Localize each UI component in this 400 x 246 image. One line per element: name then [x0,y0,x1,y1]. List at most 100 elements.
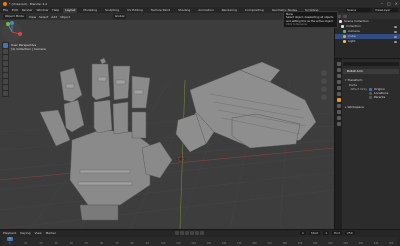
minimize-icon[interactable]: – [381,1,383,6]
move-tool-icon[interactable] [3,55,8,60]
play-icon[interactable] [190,231,194,235]
origins-checkbox[interactable] [369,87,372,91]
data-tab-icon[interactable] [336,122,341,126]
viewport-menu-view[interactable]: View [29,15,36,19]
robot-hand-right[interactable] [175,61,317,153]
tool-tab-icon[interactable] [336,62,341,66]
next-keyframe-icon[interactable] [195,231,199,235]
menu-help[interactable]: Help [52,8,59,12]
play-reverse-icon[interactable] [185,231,189,235]
timeline-tick-label: 140 [221,242,227,245]
timeline-ruler[interactable]: 1 0 10 20 30 40 50 60 70 80 90 100 110 120 130 140 150 1… [3,237,397,246]
object-tab-icon[interactable] [336,98,341,102]
timeline-tick-label: 50 [85,242,88,245]
timeline-tick-label: 190 [297,242,303,245]
timeline-tick-label: 230 [358,242,363,245]
window-title: * (Unsaved) - Blender 4.2 [9,1,48,6]
scene-selector[interactable]: Scene [346,8,372,12]
tooltip: Menu Select object, deselecting all obje… [283,11,338,28]
visibility-eye-icon[interactable] [394,40,397,43]
menu-render[interactable]: Render [22,8,33,12]
view-layer-tab-icon[interactable] [336,80,341,84]
maximize-icon[interactable]: □ [387,1,391,6]
workspace-tab-layout[interactable]: Layout [63,7,78,13]
timeline-menu-keying[interactable]: Keying [20,231,30,235]
ortho-toggle-icon[interactable] [321,94,327,100]
timeline-tick-label: 120 [191,242,196,245]
object-name-field[interactable]: Robot Arm [343,69,399,74]
locations-checkbox[interactable] [369,91,372,95]
timeline-menu-view[interactable]: View [34,231,41,235]
viewport-menu-add[interactable]: Add [51,15,57,19]
timeline-tick-label: 220 [343,242,348,245]
properties-search-input[interactable] [343,62,399,66]
workspace-tab-shading[interactable]: Shading [176,8,192,13]
scale-tool-icon[interactable] [3,67,8,72]
output-tab-icon[interactable] [336,74,341,78]
end-frame-field[interactable]: 250 [344,231,355,235]
3d-viewport[interactable]: User Perspective (1) Collection | Camera [0,20,334,229]
pan-hand-icon[interactable] [321,78,327,84]
transform-tool-icon[interactable] [3,73,8,78]
workspace-tab-rendering[interactable]: Rendering [220,8,239,13]
timeline-tick-label: 10 [24,242,28,245]
jump-end-icon[interactable] [200,231,204,235]
visibility-eye-icon[interactable] [394,30,397,33]
transform-orientation-dropdown[interactable]: Global [112,14,127,19]
modifier-tab-icon[interactable] [336,104,341,108]
current-frame-field[interactable]: 1 [300,231,306,235]
affect-only-parents-row: Parents [343,95,399,99]
jump-start-icon[interactable] [175,231,179,235]
world-tab-icon[interactable] [336,92,341,96]
visibility-eye-icon[interactable] [394,35,397,38]
workspace-tab-animation[interactable]: Animation [196,8,215,13]
measure-tool-icon[interactable] [3,85,8,90]
viewport-menu-select[interactable]: Select [39,15,48,19]
workspace-tab-modeling[interactable]: Modeling [81,8,99,13]
outliner-row-light[interactable]: Light [335,39,400,44]
prev-keyframe-icon[interactable] [180,231,184,235]
parents-checkbox[interactable] [369,95,372,99]
close-icon[interactable]: × [395,1,398,6]
timeline-tick-label: 250 [389,242,394,245]
timeline-tick-label: 210 [328,242,333,245]
camera-view-icon[interactable] [321,86,327,92]
workspace-tab-texture-paint[interactable]: Texture Paint [149,8,172,13]
timeline-tick-label: 180 [282,242,287,245]
viewport-scene [0,57,334,229]
navigation-gizmo-icon[interactable] [0,20,24,44]
menu-file[interactable]: File [3,8,8,12]
scene-tab-icon[interactable] [336,86,341,90]
menu-edit[interactable]: Edit [12,8,18,12]
zoom-icon[interactable] [321,70,327,76]
start-frame-field[interactable]: 1 [323,231,330,235]
cursor-tool-icon[interactable] [3,49,8,54]
physics-tab-icon[interactable] [336,110,341,114]
render-tab-icon[interactable] [336,68,341,72]
properties-content: Robot Arm Transform Delta Affect Only Or… [343,62,399,110]
viewport-toolbar [2,42,9,97]
filter-icon[interactable] [343,14,347,18]
viewport-menu-object[interactable]: Object [60,15,70,19]
workspace-tab-compositing[interactable]: Compositing [243,8,266,13]
view-layer-selector[interactable]: ViewLayer [374,8,398,12]
timeline-tick-label: 40 [69,242,73,245]
annotate-tool-icon[interactable] [3,79,8,84]
properties-tab-bar [335,59,342,230]
timeline-menu-marker[interactable]: Marker [46,231,56,235]
add-cube-tool-icon[interactable] [3,91,8,96]
outliner-panel: Scene Collection Collection Camera Cube … [334,13,400,58]
start-frame-label: Start [308,231,321,235]
timeline-tick-label: 90 [145,242,149,245]
rotate-tool-icon[interactable] [3,61,8,66]
visibility-eye-icon[interactable] [394,25,397,28]
workspace-tab-sculpting[interactable]: Sculpting [103,8,121,13]
menu-window[interactable]: Window [37,8,49,12]
playhead-indicator[interactable]: 1 [7,237,13,241]
workspace-tab-uv-editing[interactable]: UV Editing [125,8,145,13]
timeline-tick-label: 0 [9,242,11,245]
constraints-tab-icon[interactable] [336,116,341,120]
panel-header-workspace[interactable]: Workspace [343,105,399,110]
object-mode-dropdown[interactable]: Object Mode [3,14,26,19]
timeline-menu-playback[interactable]: Playback [3,231,16,235]
